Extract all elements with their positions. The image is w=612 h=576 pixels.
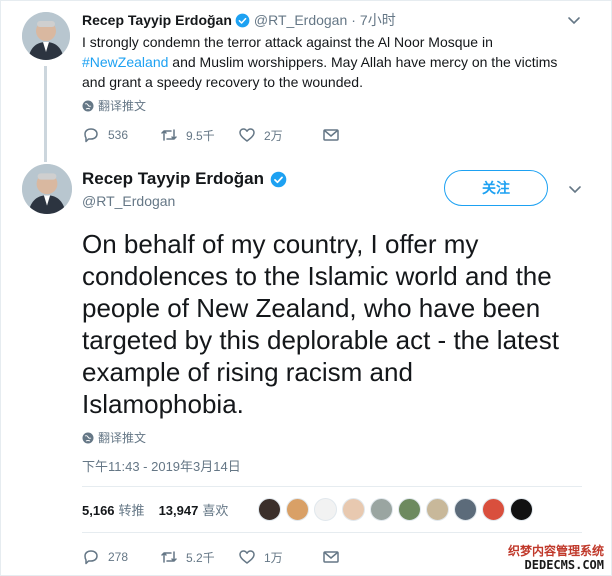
retweet-count: 5.2千 <box>186 550 215 565</box>
translate-label: 翻译推文 <box>98 431 147 445</box>
like-count: 2万 <box>264 128 283 143</box>
retweet-icon <box>161 129 177 141</box>
liker-avatar[interactable] <box>454 498 477 521</box>
like-stat[interactable]: 13,947 喜欢 <box>159 500 229 519</box>
chevron-down-icon[interactable] <box>566 12 582 28</box>
author-handle[interactable]: @RT_Erdogan <box>82 193 175 209</box>
retweet-icon <box>161 551 177 563</box>
tweet-text: I strongly condemn the terror attack aga… <box>82 32 582 92</box>
verified-badge-icon <box>270 171 287 187</box>
retweet-button[interactable]: 9.5千 <box>160 126 238 144</box>
tweet-header: Recep Tayyip Erdoğan @RT_Erdogan · 7小时 <box>82 10 396 30</box>
liker-avatar[interactable] <box>510 498 533 521</box>
divider <box>82 486 582 487</box>
liker-avatars <box>258 498 533 521</box>
chevron-down-icon[interactable] <box>567 181 583 197</box>
separator: · <box>351 12 356 28</box>
tweet-text: On behalf of my country, I offer my cond… <box>82 229 559 419</box>
watermark-url: DEDECMS.COM <box>524 558 604 572</box>
translate-link[interactable]: 翻译推文 <box>82 97 146 114</box>
avatar[interactable] <box>22 12 70 60</box>
verified-badge-icon <box>235 13 250 27</box>
retweet-button[interactable]: 5.2千 <box>160 548 238 566</box>
tweet-timestamp[interactable]: 下午11:43 - 2019年3月14日 <box>82 456 241 475</box>
translate-label: 翻译推文 <box>98 99 147 113</box>
translate-link[interactable]: 翻译推文 <box>82 429 146 446</box>
like-button[interactable]: 2万 <box>238 126 322 144</box>
like-total: 13,947 <box>158 503 199 518</box>
reply-count: 278 <box>108 550 129 564</box>
tweet-time[interactable]: 7小时 <box>360 10 396 30</box>
author-name[interactable]: Recep Tayyip Erdoğan <box>82 12 232 28</box>
hashtag-link[interactable]: #NewZealand <box>82 54 168 70</box>
tweet-actions: 278 5.2千 1万 <box>82 548 340 566</box>
message-icon <box>323 129 339 141</box>
globe-icon <box>82 100 94 111</box>
retweet-total: 5,166 <box>82 503 115 518</box>
author-name[interactable]: Recep Tayyip Erdoğan <box>82 169 264 189</box>
liker-avatar[interactable] <box>370 498 393 521</box>
tweet-text-part: I strongly condemn the terror attack aga… <box>82 34 493 50</box>
like-icon <box>239 550 255 564</box>
reply-icon <box>84 128 98 143</box>
author-name-row: Recep Tayyip Erdoğan <box>82 169 291 189</box>
engagement-stats: 5,166 转推 13,947 喜欢 <box>82 500 228 519</box>
liker-avatar[interactable] <box>314 498 337 521</box>
reply-icon <box>84 550 98 565</box>
message-button[interactable] <box>322 126 340 144</box>
avatar[interactable] <box>22 164 72 214</box>
liker-avatar[interactable] <box>286 498 309 521</box>
retweet-count: 9.5千 <box>186 128 215 143</box>
liker-avatar[interactable] <box>426 498 449 521</box>
like-icon <box>239 128 255 142</box>
thread-connector <box>44 66 47 162</box>
liker-avatar[interactable] <box>398 498 421 521</box>
globe-icon <box>82 432 94 443</box>
like-count: 1万 <box>264 550 283 565</box>
follow-button[interactable]: 关注 <box>444 170 548 206</box>
liker-avatar[interactable] <box>258 498 281 521</box>
author-handle[interactable]: @RT_Erdogan <box>254 12 347 28</box>
retweet-stat-label: 转推 <box>118 503 145 518</box>
retweet-stat[interactable]: 5,166 转推 <box>82 500 145 519</box>
divider <box>82 532 582 533</box>
reply-count: 536 <box>108 128 129 142</box>
reply-button[interactable]: 536 <box>82 126 160 144</box>
tweet-actions: 536 9.5千 2万 <box>82 126 340 144</box>
like-button[interactable]: 1万 <box>238 548 322 566</box>
message-icon <box>323 551 339 563</box>
watermark-title: 织梦内容管理系统 <box>507 544 604 558</box>
liker-avatar[interactable] <box>482 498 505 521</box>
reply-button[interactable]: 278 <box>82 548 160 566</box>
watermark: 织梦内容管理系统 DEDECMS.COM <box>508 544 604 572</box>
liker-avatar[interactable] <box>342 498 365 521</box>
like-stat-label: 喜欢 <box>202 503 229 518</box>
message-button[interactable] <box>322 548 340 566</box>
